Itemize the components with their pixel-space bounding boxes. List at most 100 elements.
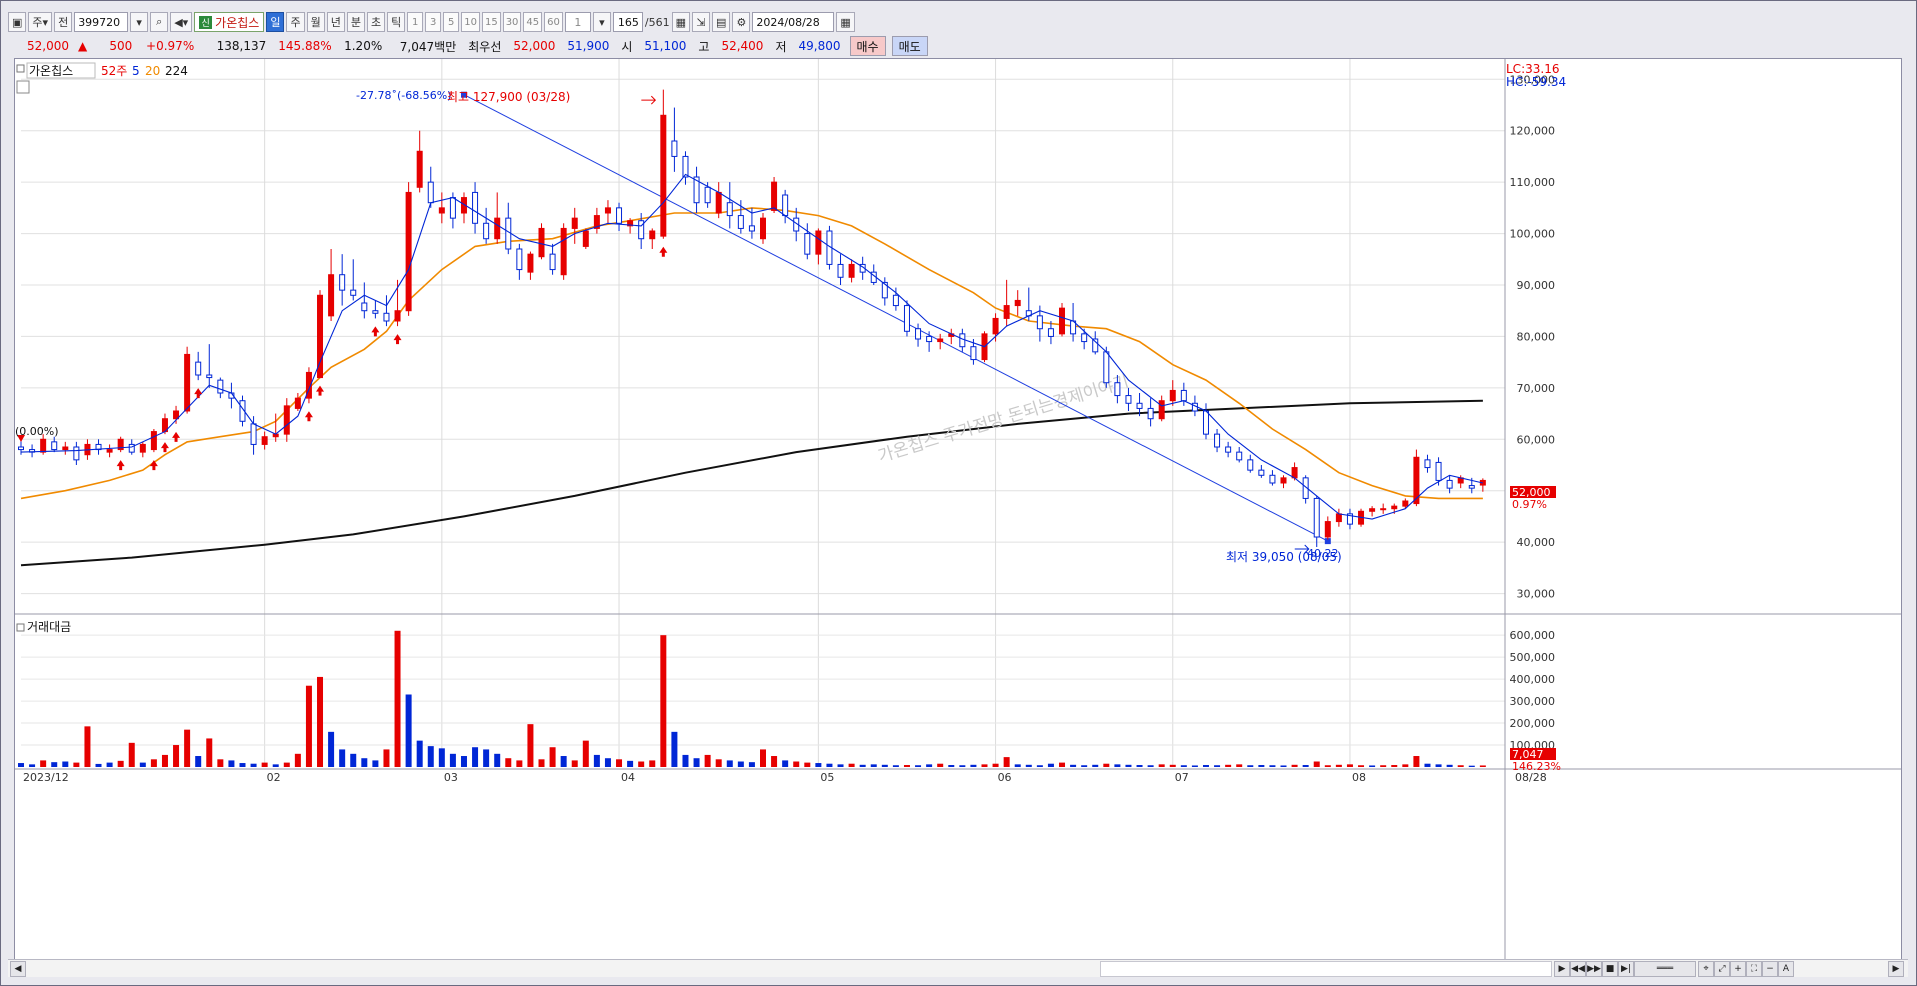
candle-down [1313, 497, 1320, 538]
horizontal-scrollbar[interactable]: ◀ ▶ ◀◀ ▶▶ ■ ▶| ═══ ⌖ ⤢ + ⛶ − A ▶ [8, 959, 1908, 977]
period-button-minute[interactable]: 분 [346, 12, 365, 32]
minute-preset-10[interactable]: 10 [461, 12, 480, 32]
scroll-first-icon[interactable]: ▶ [1554, 961, 1570, 977]
chart-area[interactable]: 가온칩스 주가전망 돈되는경제이야기 30,00040,00050,00060,… [14, 58, 1902, 960]
buy-signal-arrow [160, 442, 169, 453]
scroll-forward-icon[interactable]: ▶▶ [1586, 961, 1602, 977]
table-icon[interactable] [16, 80, 30, 94]
minute-preset-60[interactable]: 60 [544, 12, 563, 32]
minute-preset-30[interactable]: 30 [502, 12, 522, 32]
buy-signal-arrow [172, 431, 181, 442]
candlesticks[interactable] [18, 89, 1486, 548]
scroll-left-icon[interactable]: ◀ [10, 961, 26, 977]
volume-bar [926, 764, 933, 767]
volume-tick-label: 400,000 [1510, 673, 1556, 686]
minute-preset-1[interactable]: 1 [407, 12, 424, 32]
mode-button-all[interactable]: 전 [54, 12, 73, 32]
font-size-icon[interactable]: A [1778, 961, 1794, 977]
scroll-rewind-icon[interactable]: ◀◀ [1570, 961, 1586, 977]
volume-bar [1369, 765, 1376, 767]
grid-icon[interactable]: ▦ [671, 12, 690, 32]
stop-icon[interactable]: ■ [1602, 961, 1618, 977]
price-tick-label: 40,000 [1517, 536, 1556, 549]
trend-start-label: -27.78˚(-68.56%) [356, 89, 451, 102]
candle-down [383, 312, 390, 322]
scroll-right-icon[interactable]: ▶ [1888, 961, 1904, 977]
buy-signal-arrow [116, 460, 125, 471]
buy-button[interactable]: 매수 [849, 36, 886, 56]
minute-preset-15[interactable]: 15 [481, 12, 501, 32]
volume-bar [671, 731, 678, 767]
volume-bar [460, 756, 467, 767]
candle-up [715, 191, 722, 214]
volume-bar [1380, 765, 1387, 767]
code-dropdown-icon[interactable]: ▾ [130, 12, 149, 32]
volume-bar [1269, 765, 1276, 767]
sell-button[interactable]: 매도 [891, 36, 928, 56]
buy-signal-arrow [393, 334, 402, 345]
volume-bars[interactable] [18, 630, 1486, 767]
minute-preset-5[interactable]: 5 [443, 12, 460, 32]
candle-down [505, 217, 512, 250]
volume-bar [1025, 764, 1032, 767]
buy-signal-arrow [316, 385, 325, 396]
tick-dropdown-icon[interactable]: ▾ [592, 12, 611, 32]
save-icon[interactable]: ▤ [712, 12, 731, 32]
price-chart[interactable]: 가온칩스 주가전망 돈되는경제이야기 30,00040,00050,00060,… [15, 59, 1901, 959]
zoom-out-icon[interactable]: − [1762, 961, 1778, 977]
chart-type-icon[interactable]: ▣ [8, 12, 27, 32]
period-button-second[interactable]: 초 [366, 12, 386, 32]
pin-icon[interactable]: ⇲ [692, 12, 710, 32]
zoom-reset-icon[interactable]: ⤢ [1714, 961, 1730, 977]
ma224-line [20, 399, 1483, 567]
candle-down [671, 140, 678, 157]
volume-bar [217, 759, 224, 767]
calendar-icon[interactable]: ▦ [836, 12, 855, 32]
gear-icon[interactable]: ⚙ [732, 12, 751, 32]
trendline[interactable] [460, 91, 1331, 545]
volume-bar [1413, 756, 1420, 767]
zoom-in-icon[interactable]: + [1730, 961, 1746, 977]
candle-down [704, 186, 711, 204]
zoom-fit-icon[interactable]: ⌖ [1698, 961, 1714, 977]
candle-down [926, 335, 933, 343]
minute-preset-3[interactable]: 3 [425, 12, 442, 32]
volume-tick-label: 200,000 [1510, 717, 1556, 730]
volume-bar [1346, 764, 1353, 767]
search-icon[interactable]: ⌕ [150, 12, 169, 32]
volume-bar [173, 745, 180, 767]
date-input[interactable]: 2024/08/28 [752, 12, 835, 32]
candle-up [394, 310, 401, 322]
period-button-month[interactable]: 월 [306, 12, 325, 32]
candle-down [1202, 410, 1209, 435]
scroll-last-icon[interactable]: ▶| [1618, 961, 1634, 977]
candle-up [328, 274, 335, 317]
volume-bar [782, 760, 789, 767]
candle-up [184, 353, 191, 412]
stock-name-field[interactable]: 신 가온칩스 [194, 12, 265, 32]
scroll-thumb[interactable] [1100, 961, 1552, 977]
high-price: 52,400 [721, 39, 764, 53]
period-button-week[interactable]: 주 [286, 12, 305, 32]
volume-bar [1191, 765, 1198, 767]
speaker-icon[interactable]: ◀▾ [170, 12, 193, 32]
up-arrow-icon: ▲ [78, 39, 88, 53]
fullscreen-icon[interactable]: ⛶ [1746, 961, 1762, 977]
volume-bar [571, 760, 578, 767]
count-input[interactable]: 165 [612, 12, 643, 32]
volume-bar [616, 759, 623, 767]
zoom-slider[interactable]: ═══ [1634, 961, 1696, 977]
buy-signal-arrow [304, 411, 313, 422]
tick-input[interactable]: 1 [564, 12, 591, 32]
left-pct-label: (0.00%) [15, 425, 59, 438]
period-button-year[interactable]: 년 [326, 12, 345, 32]
candle-down [1435, 461, 1442, 481]
volume-bar [339, 749, 346, 767]
minute-preset-45[interactable]: 45 [523, 12, 543, 32]
mode-button-week[interactable]: 주 ▾ [28, 12, 53, 32]
stock-code-input[interactable]: 399720 [74, 12, 129, 32]
volume-bar [771, 756, 778, 767]
volume-bar [1291, 764, 1298, 767]
period-button-tick[interactable]: 틱 [387, 12, 406, 32]
period-button-day[interactable]: 일 [266, 12, 285, 32]
